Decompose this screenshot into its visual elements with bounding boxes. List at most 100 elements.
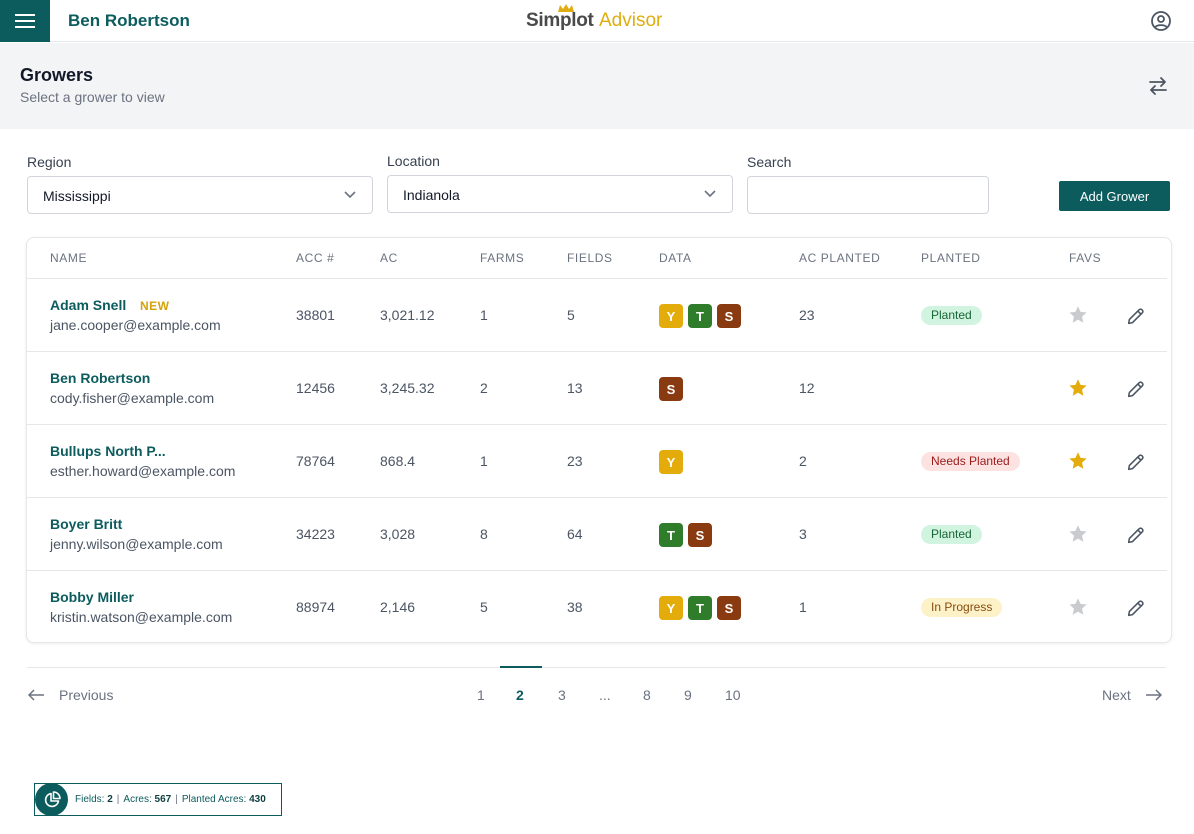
acres: 3,028 bbox=[380, 526, 416, 542]
edit-grower-button[interactable] bbox=[1125, 524, 1147, 546]
summary-planted-label: Planted Acres: bbox=[181, 794, 247, 805]
data-tag-s[interactable]: S bbox=[659, 377, 683, 401]
acres: 3,021.12 bbox=[380, 307, 435, 323]
farms-count: 5 bbox=[480, 599, 488, 615]
pencil-icon bbox=[1127, 527, 1144, 544]
column-header-acc[interactable]: Acc # bbox=[296, 251, 334, 265]
region-select[interactable]: Mississippi bbox=[27, 176, 373, 214]
grower-name[interactable]: Boyer Britt bbox=[50, 516, 122, 532]
page-10-button[interactable]: 10 bbox=[725, 687, 741, 703]
page-3-button[interactable]: 3 bbox=[558, 687, 566, 703]
data-tag-s[interactable]: S bbox=[717, 304, 741, 328]
swap-arrows-icon bbox=[1149, 77, 1167, 95]
acres-planted: 2 bbox=[799, 453, 807, 469]
arrow-right-icon bbox=[1145, 689, 1162, 701]
pagination-divider bbox=[27, 667, 1166, 668]
table-row[interactable]: Bullups North P... esther.howard@example.… bbox=[27, 425, 1167, 498]
acres-planted: 1 bbox=[799, 599, 807, 615]
next-page-button[interactable]: Next bbox=[1102, 687, 1162, 703]
column-header-ac[interactable]: AC bbox=[380, 251, 398, 265]
grower-email: jenny.wilson@example.com bbox=[50, 536, 223, 552]
pencil-icon bbox=[1127, 600, 1144, 617]
logo-product: Advisor bbox=[599, 10, 663, 31]
data-tags: S bbox=[659, 377, 683, 401]
edit-grower-button[interactable] bbox=[1125, 597, 1147, 619]
farms-count: 2 bbox=[480, 380, 488, 396]
summary-fields-label: Fields: bbox=[75, 794, 105, 805]
page-subtitle: Select a grower to view bbox=[20, 89, 165, 105]
search-input[interactable] bbox=[747, 176, 989, 214]
previous-page-button[interactable]: Previous bbox=[28, 687, 113, 703]
chevron-down-icon bbox=[704, 190, 716, 198]
page-ellipsis: ... bbox=[599, 687, 611, 703]
table-row[interactable]: Ben Robertson cody.fisher@example.com 1245… bbox=[27, 352, 1167, 425]
column-header-ac-planted[interactable]: AC Planted bbox=[799, 251, 880, 265]
summary-icon-badge bbox=[35, 783, 68, 816]
fields-count: 5 bbox=[567, 307, 575, 323]
add-grower-button[interactable]: Add Grower bbox=[1059, 181, 1170, 211]
acres-planted: 12 bbox=[799, 380, 815, 396]
data-tag-t[interactable]: T bbox=[688, 596, 712, 620]
grower-name[interactable]: Bobby Miller bbox=[50, 589, 134, 605]
data-tag-y[interactable]: Y bbox=[659, 596, 683, 620]
data-tag-s[interactable]: S bbox=[688, 523, 712, 547]
pencil-icon bbox=[1127, 308, 1144, 325]
data-tag-t[interactable]: T bbox=[659, 523, 683, 547]
star-icon bbox=[1069, 525, 1087, 542]
grower-name[interactable]: Ben Robertson bbox=[50, 370, 150, 386]
location-select[interactable]: Indianola bbox=[387, 175, 733, 213]
favorite-toggle[interactable] bbox=[1067, 304, 1089, 326]
data-tag-y[interactable]: Y bbox=[659, 304, 683, 328]
region-value: Mississippi bbox=[43, 188, 111, 204]
edit-grower-button[interactable] bbox=[1125, 451, 1147, 473]
menu-button[interactable] bbox=[0, 0, 50, 42]
column-header-favs[interactable]: Favs bbox=[1069, 251, 1101, 265]
data-tags: TS bbox=[659, 523, 712, 547]
logo-brand: Simplot bbox=[526, 10, 594, 31]
acres-planted: 23 bbox=[799, 307, 815, 323]
page-1-button[interactable]: 1 bbox=[477, 687, 485, 703]
fields-count: 64 bbox=[567, 526, 583, 542]
arrow-left-icon bbox=[28, 689, 44, 701]
table-row[interactable]: Bobby Miller kristin.watson@example.com 88… bbox=[27, 571, 1167, 642]
search-label: Search bbox=[747, 154, 792, 170]
edit-grower-button[interactable] bbox=[1125, 305, 1147, 327]
farms-count: 8 bbox=[480, 526, 488, 542]
favorite-toggle[interactable] bbox=[1067, 450, 1089, 472]
summary-text: Fields: 2 | Acres: 567 | Planted Acres: 430 bbox=[75, 794, 266, 805]
table-row[interactable]: Adam Snell NEW jane.cooper@example.com 3880… bbox=[27, 279, 1167, 352]
column-header-data[interactable]: Data bbox=[659, 251, 692, 265]
column-header-fields[interactable]: Fields bbox=[567, 251, 613, 265]
grower-name[interactable]: Bullups North P... bbox=[50, 443, 166, 459]
summary-bar[interactable]: Fields: 2 | Acres: 567 | Planted Acres: 430 bbox=[34, 783, 282, 816]
hamburger-icon bbox=[15, 14, 35, 28]
column-header-farms[interactable]: Farms bbox=[480, 251, 524, 265]
favorite-toggle[interactable] bbox=[1067, 596, 1089, 618]
top-bar: Ben Robertson Simplot Advisor bbox=[0, 0, 1194, 42]
summary-acres-label: Acres: bbox=[123, 794, 152, 805]
acres: 868.4 bbox=[380, 453, 416, 469]
growers-table: Name Acc # AC Farms Fields Data AC Plant… bbox=[26, 237, 1172, 643]
data-tag-y[interactable]: Y bbox=[659, 450, 683, 474]
page-2-button[interactable]: 2 bbox=[516, 687, 524, 703]
new-badge: NEW bbox=[140, 299, 170, 313]
account-number: 38801 bbox=[296, 307, 335, 323]
data-tag-t[interactable]: T bbox=[688, 304, 712, 328]
column-header-name[interactable]: Name bbox=[50, 251, 87, 265]
account-button[interactable] bbox=[1149, 9, 1173, 33]
column-header-planted[interactable]: Planted bbox=[921, 251, 981, 265]
planted-status-badge: Planted bbox=[921, 306, 982, 325]
table-row[interactable]: Boyer Britt jenny.wilson@example.com 34223… bbox=[27, 498, 1167, 571]
edit-grower-button[interactable] bbox=[1125, 378, 1147, 400]
page-8-button[interactable]: 8 bbox=[643, 687, 651, 703]
page-9-button[interactable]: 9 bbox=[684, 687, 692, 703]
switch-grower-button[interactable] bbox=[1145, 73, 1171, 99]
location-label: Location bbox=[387, 153, 440, 169]
favorite-toggle[interactable] bbox=[1067, 377, 1089, 399]
favorite-toggle[interactable] bbox=[1067, 523, 1089, 545]
grower-name[interactable]: Adam Snell bbox=[50, 297, 126, 313]
data-tag-s[interactable]: S bbox=[717, 596, 741, 620]
data-tags: YTS bbox=[659, 596, 741, 620]
chevron-down-icon bbox=[344, 191, 356, 199]
page-title: Growers bbox=[20, 65, 94, 85]
